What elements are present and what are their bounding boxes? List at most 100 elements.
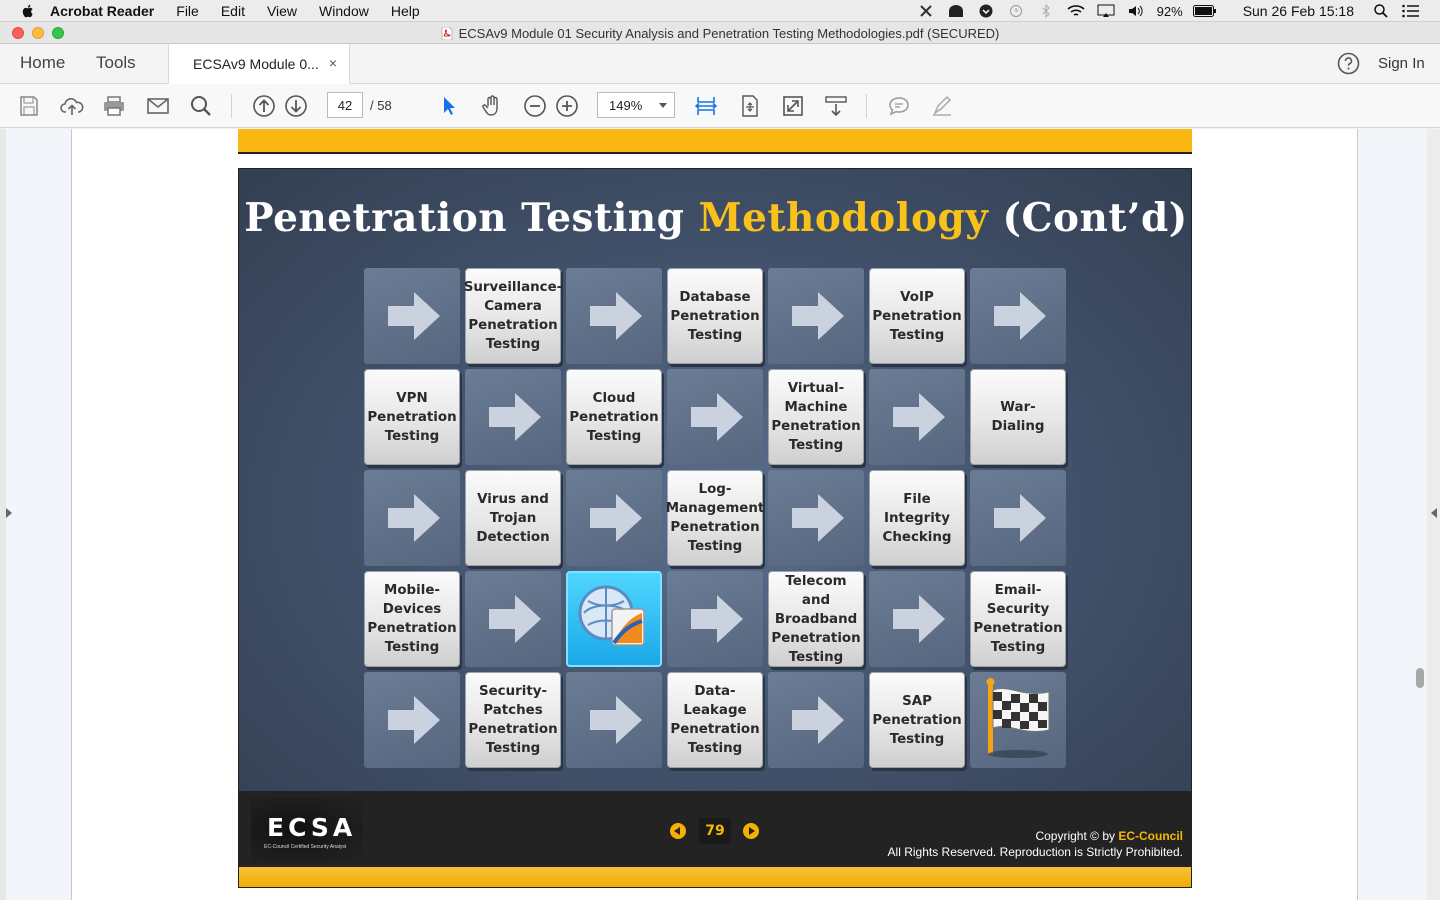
menu-clock[interactable]: Sun 26 Feb 15:18 [1243,3,1354,19]
toolbar-divider [231,94,232,118]
flow-arrow-icon [566,470,662,566]
full-screen-icon[interactable] [781,94,805,118]
expand-left-pane-icon[interactable] [6,508,12,518]
slide-title-highlight: Methodology [698,195,989,241]
menu-app-name[interactable]: Acrobat Reader [50,3,154,19]
window-title: ECSAv9 Module 01 Security Analysis and P… [0,26,1440,41]
highlight-pen-icon[interactable] [930,94,954,118]
tunnel-icon[interactable] [947,4,965,18]
flow-arrow-icon [364,268,460,364]
slide-title-part2: (Cont’d) [988,195,1188,241]
scroll-mode-icon[interactable] [824,94,848,118]
tab-close-icon[interactable]: × [329,55,337,71]
cell-voip: VoIP Penetration Testing [869,268,965,364]
zoom-in-icon[interactable] [555,94,579,118]
cell-war-dialing: War-Dialing [970,369,1066,465]
vertical-scrollbar-thumb[interactable] [1416,668,1424,688]
fit-width-icon[interactable] [738,94,762,118]
wifi-icon[interactable] [1067,4,1085,18]
toolbar-divider [866,94,867,118]
cell-security-patches: Security-Patches Penetration Testing [465,672,561,768]
copyright-brand: EC-Council [1118,829,1183,843]
slide: Penetration Testing Methodology (Cont’d)… [238,168,1192,888]
airplay-icon[interactable] [1097,4,1115,18]
cell-sap: SAP Penetration Testing [869,672,965,768]
menu-help[interactable]: Help [391,3,420,19]
help-icon[interactable] [1337,52,1360,75]
comment-icon[interactable] [887,94,911,118]
slide-title-part1: Penetration Testing [244,195,699,241]
search-icon[interactable] [189,94,213,118]
select-tool-icon[interactable] [437,94,461,118]
notification-center-icon[interactable] [1402,4,1420,18]
rights-text: All Rights Reserved. Reproduction is Str… [887,845,1183,859]
menu-file[interactable]: File [176,3,199,19]
slide-next-icon [743,823,759,839]
flow-arrow-icon [869,571,965,667]
tab-document-label: ECSAv9 Module 0... [193,56,319,72]
slide-footer-strip [239,867,1191,887]
zoom-value: 149% [609,98,643,113]
pdf-file-icon [441,27,453,40]
copyright-prefix: Copyright © by [1035,829,1119,843]
ecsa-logo-subtitle: EC-Council Certified Security Analyst [264,844,347,850]
volume-icon[interactable] [1127,4,1145,18]
flow-arrow-icon [768,268,864,364]
tab-bar: Home Tools ECSAv9 Module 0... × Sign In [0,44,1440,84]
finish-flag-icon [970,672,1066,768]
next-page-icon[interactable] [284,94,308,118]
print-icon[interactable] [102,94,126,118]
tab-document[interactable]: ECSAv9 Module 0... × [168,44,350,84]
macos-menu-bar: Acrobat Reader File Edit View Window Hel… [0,0,1440,22]
time-machine-icon[interactable] [1007,4,1025,18]
cell-data-leakage: Data-Leakage Penetration Testing [667,672,763,768]
flow-arrow-icon [364,470,460,566]
save-icon[interactable] [17,94,41,118]
copyright-notice: Copyright © by EC-Council All Rights Res… [888,828,1183,860]
status-app-icon[interactable] [917,4,935,18]
previous-page-icon[interactable] [252,94,276,118]
vpn-status-icon[interactable] [977,4,995,18]
cell-log-management: Log-Management Penetration Testing [666,470,764,566]
page-total: / 58 [370,98,392,113]
cell-virus-trojan: Virus and Trojan Detection [465,470,561,566]
email-icon[interactable] [146,94,170,118]
flow-arrow-icon [768,672,864,768]
ecsa-logo-text: ECSA [267,813,357,842]
flow-arrow-icon [667,571,763,667]
cell-file-integrity: File Integrity Checking [869,470,965,566]
sign-in-button[interactable]: Sign In [1378,55,1425,72]
apple-menu-icon[interactable] [20,3,36,19]
zoom-select[interactable]: 149% [597,92,675,118]
cell-virtual-machine: Virtual-Machine Penetration Testing [768,369,864,465]
slide-footer: ECSA EC-Council Certified Security Analy… [239,791,1191,867]
zoom-out-icon[interactable] [523,94,547,118]
cell-cloud: Cloud Penetration Testing [566,369,662,465]
flow-arrow-icon [667,369,763,465]
hand-tool-icon[interactable] [480,94,504,118]
page-number-input[interactable] [327,92,363,118]
slide-title: Penetration Testing Methodology (Cont’d) [239,195,1191,241]
tab-home[interactable]: Home [20,53,65,73]
battery-icon[interactable] [1192,4,1217,18]
window-title-bar: ECSAv9 Module 01 Security Analysis and P… [0,22,1440,44]
flow-arrow-icon [970,470,1066,566]
flow-arrow-icon [465,369,561,465]
menu-view[interactable]: View [267,3,297,19]
cell-surveillance-camera: Surveillance-Camera Penetration Testing [464,268,562,364]
flow-arrow-icon [869,369,965,465]
bluetooth-icon[interactable] [1037,4,1055,18]
menu-window[interactable]: Window [319,3,369,19]
spotlight-search-icon[interactable] [1372,4,1390,18]
menu-edit[interactable]: Edit [221,3,245,19]
fit-page-icon[interactable] [694,94,718,118]
cell-email-security: Email-Security Penetration Testing [970,571,1066,667]
flow-arrow-icon [566,672,662,768]
upload-cloud-icon[interactable] [60,94,84,118]
previous-slide-footer-strip [238,129,1192,154]
expand-right-pane-icon[interactable] [1431,508,1437,518]
tab-tools[interactable]: Tools [96,53,136,73]
main-toolbar [0,84,1440,128]
cell-telecom-broadband: Telecom and Broadband Penetration Testin… [768,571,864,667]
slide-prev-icon [670,823,686,839]
